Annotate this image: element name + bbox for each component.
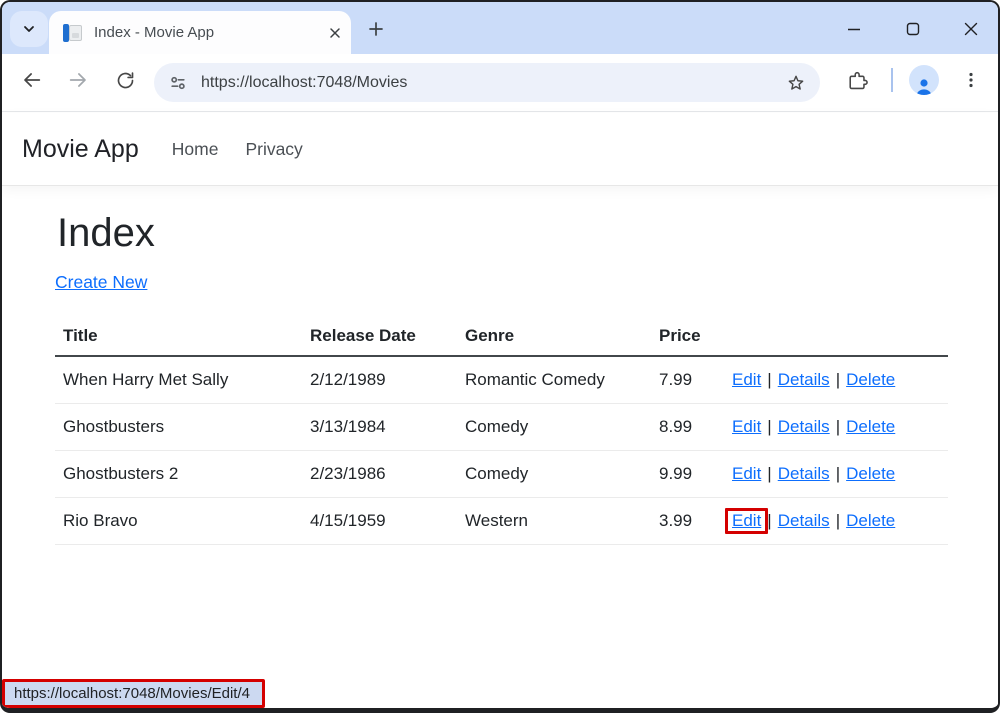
table-header-row: Title Release Date Genre Price <box>55 317 948 356</box>
window-minimize-button[interactable] <box>840 15 868 43</box>
column-header-price: Price <box>651 317 724 356</box>
action-separator: | <box>767 417 771 436</box>
favicon-document-icon <box>63 23 83 43</box>
cell-release-date: 2/23/1986 <box>302 451 457 498</box>
table-row: Rio Bravo 4/15/1959 Western 3.99 Edit | De… <box>55 498 948 545</box>
page-viewport: Movie App Home Privacy Index Create New … <box>2 113 998 708</box>
brand-link[interactable]: Movie App <box>22 135 139 164</box>
cell-price: 8.99 <box>651 404 724 451</box>
action-separator: | <box>836 417 840 436</box>
cell-price: 3.99 <box>651 498 724 545</box>
bookmark-star-icon[interactable] <box>786 73 806 93</box>
cell-price: 7.99 <box>651 356 724 404</box>
cell-actions: Edit | Details | Delete <box>724 451 948 498</box>
create-new-link[interactable]: Create New <box>55 272 147 293</box>
page-title: Index <box>57 209 998 257</box>
site-info-tune-icon[interactable] <box>168 73 188 93</box>
toolbar-separator <box>891 68 893 92</box>
cell-actions: Edit | Details | Delete <box>724 498 948 545</box>
delete-link[interactable]: Delete <box>846 464 895 483</box>
highlight-box: Edit <box>725 508 768 534</box>
details-link[interactable]: Details <box>778 370 830 389</box>
table-row: When Harry Met Sally 2/12/1989 Romantic … <box>55 356 948 404</box>
details-link[interactable]: Details <box>778 511 830 530</box>
cell-genre: Comedy <box>457 404 651 451</box>
action-separator: | <box>767 511 771 530</box>
cell-title: When Harry Met Sally <box>55 356 302 404</box>
edit-link[interactable]: Edit <box>732 417 761 436</box>
profile-avatar[interactable] <box>909 65 939 95</box>
cell-actions: Edit | Details | Delete <box>724 404 948 451</box>
cell-release-date: 3/13/1984 <box>302 404 457 451</box>
forward-button[interactable] <box>63 65 93 95</box>
main-content: Index Create New Title Release Date Genr… <box>2 209 998 545</box>
window-close-button[interactable] <box>957 15 985 43</box>
edit-link-highlighted[interactable]: Edit <box>732 511 761 530</box>
cell-title: Ghostbusters <box>55 404 302 451</box>
nav-link-privacy[interactable]: Privacy <box>245 139 302 160</box>
plus-icon <box>368 21 384 37</box>
back-arrow-icon <box>21 69 43 91</box>
forward-arrow-icon <box>67 69 89 91</box>
cell-genre: Comedy <box>457 451 651 498</box>
table-row: Ghostbusters 2 2/23/1986 Comedy 9.99 Edi… <box>55 451 948 498</box>
browser-toolbar: https://localhost:7048/Movies <box>2 54 998 112</box>
details-link[interactable]: Details <box>778 464 830 483</box>
browser-menu-button[interactable] <box>957 66 985 94</box>
tab-search-button[interactable] <box>10 11 48 47</box>
delete-link[interactable]: Delete <box>846 511 895 530</box>
action-separator: | <box>836 370 840 389</box>
cell-price: 9.99 <box>651 451 724 498</box>
extensions-puzzle-icon <box>847 69 869 91</box>
window-maximize-button[interactable] <box>899 15 927 43</box>
minimize-icon <box>847 22 861 36</box>
kebab-menu-icon <box>962 71 980 89</box>
profile-person-icon <box>914 77 934 95</box>
action-separator: | <box>836 464 840 483</box>
action-separator: | <box>836 511 840 530</box>
chevron-down-icon <box>22 22 36 36</box>
cell-genre: Western <box>457 498 651 545</box>
cell-release-date: 4/15/1959 <box>302 498 457 545</box>
column-header-actions <box>724 317 948 356</box>
browser-window: Index - Movie App <box>0 0 1000 713</box>
site-navbar: Movie App Home Privacy <box>2 113 998 186</box>
cell-title: Ghostbusters 2 <box>55 451 302 498</box>
status-url-text: https://localhost:7048/Movies/Edit/4 <box>14 685 250 702</box>
details-link[interactable]: Details <box>778 417 830 436</box>
cell-actions: Edit | Details | Delete <box>724 356 948 404</box>
browser-tab[interactable]: Index - Movie App <box>49 11 351 54</box>
cell-release-date: 2/12/1989 <box>302 356 457 404</box>
reload-button[interactable] <box>110 65 140 95</box>
url-text: https://localhost:7048/Movies <box>201 74 778 92</box>
action-separator: | <box>767 370 771 389</box>
table-row: Ghostbusters 3/13/1984 Comedy 8.99 Edit |… <box>55 404 948 451</box>
close-icon <box>964 22 978 36</box>
delete-link[interactable]: Delete <box>846 370 895 389</box>
column-header-title: Title <box>55 317 302 356</box>
extensions-button[interactable] <box>844 66 872 94</box>
address-bar[interactable]: https://localhost:7048/Movies <box>154 63 820 102</box>
movies-table: Title Release Date Genre Price When Harr… <box>55 317 948 545</box>
back-button[interactable] <box>17 65 47 95</box>
titlebar: Index - Movie App <box>2 2 998 54</box>
tab-close-icon[interactable] <box>329 27 341 39</box>
column-header-genre: Genre <box>457 317 651 356</box>
delete-link[interactable]: Delete <box>846 417 895 436</box>
status-bubble: https://localhost:7048/Movies/Edit/4 <box>2 679 265 708</box>
action-separator: | <box>767 464 771 483</box>
maximize-icon <box>906 22 920 36</box>
cell-genre: Romantic Comedy <box>457 356 651 404</box>
reload-icon <box>115 70 136 91</box>
column-header-release-date: Release Date <box>302 317 457 356</box>
cell-title: Rio Bravo <box>55 498 302 545</box>
edit-link[interactable]: Edit <box>732 370 761 389</box>
edit-link[interactable]: Edit <box>732 464 761 483</box>
new-tab-button[interactable] <box>363 16 389 42</box>
tab-title: Index - Movie App <box>94 24 329 41</box>
nav-link-home[interactable]: Home <box>172 139 219 160</box>
